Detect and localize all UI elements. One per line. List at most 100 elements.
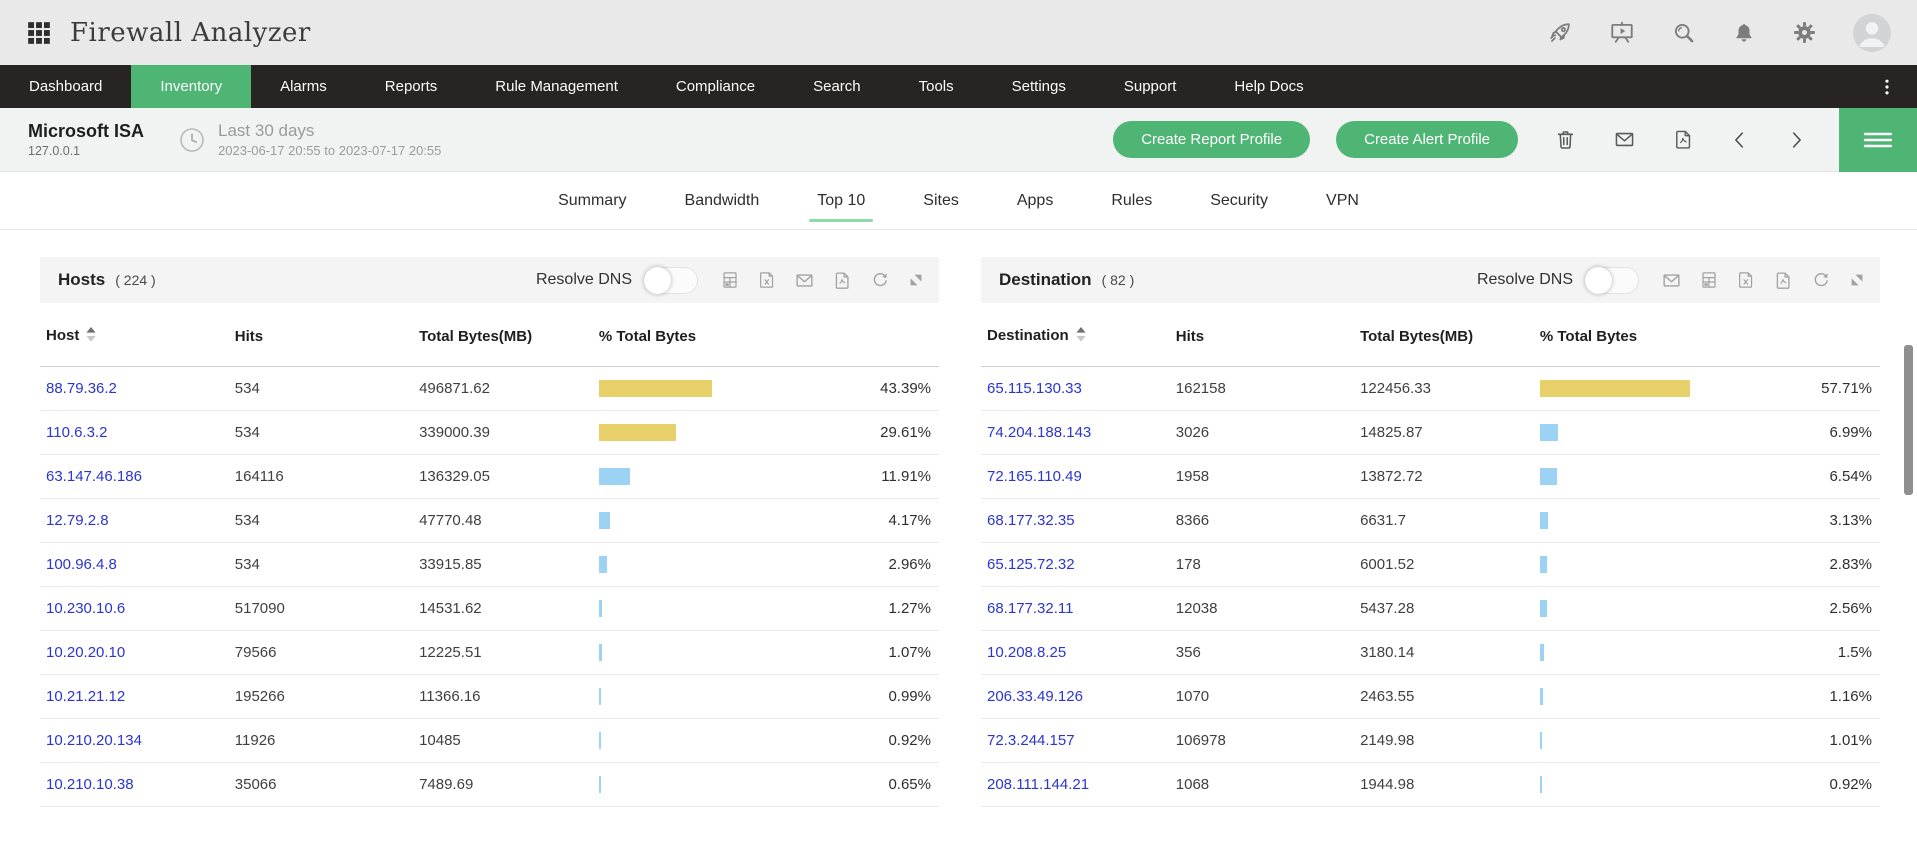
host-link[interactable]: 88.79.36.2 (46, 380, 117, 397)
table-row: 63.147.46.186 164116 136329.05 11.91% (40, 455, 939, 499)
search-icon[interactable] (1671, 20, 1696, 45)
refresh-icon[interactable] (870, 270, 890, 290)
excel-export-icon[interactable] (1736, 270, 1756, 290)
user-avatar[interactable] (1853, 14, 1891, 52)
nav-item-support[interactable]: Support (1095, 65, 1206, 108)
hits-value: 11926 (229, 719, 413, 763)
host-link[interactable]: 72.165.110.49 (987, 468, 1082, 485)
column-header-host[interactable]: Host (40, 303, 229, 367)
excel-export-icon[interactable] (757, 270, 777, 290)
next-device-button[interactable] (1785, 129, 1807, 151)
tab-security[interactable]: Security (1208, 172, 1270, 229)
bell-icon[interactable] (1732, 21, 1756, 45)
report-table-icon[interactable] (720, 270, 740, 290)
host-link[interactable]: 72.3.244.157 (987, 732, 1075, 749)
email-icon[interactable] (1661, 270, 1682, 291)
create-report-profile-button[interactable]: Create Report Profile (1113, 121, 1310, 158)
vertical-scrollbar[interactable] (1904, 345, 1913, 495)
percent-bar (1540, 600, 1547, 617)
tab-top-10[interactable]: Top 10 (815, 172, 867, 229)
resolve-dns-toggle[interactable] (644, 267, 698, 294)
host-link[interactable]: 74.204.188.143 (987, 424, 1091, 441)
resolve-dns-toggle[interactable] (1585, 267, 1639, 294)
delete-icon[interactable] (1554, 128, 1577, 151)
percent-bar (599, 380, 712, 397)
create-alert-profile-button[interactable]: Create Alert Profile (1336, 121, 1518, 158)
nav-item-rule-management[interactable]: Rule Management (466, 65, 647, 108)
app-title: Firewall Analyzer (70, 18, 311, 48)
host-link[interactable]: 100.96.4.8 (46, 556, 117, 573)
column-header-total-bytes[interactable]: Total Bytes(MB) (413, 303, 593, 367)
expand-icon[interactable] (907, 271, 925, 289)
host-link[interactable]: 10.21.21.12 (46, 688, 125, 705)
host-link[interactable]: 65.115.130.33 (987, 380, 1082, 397)
nav-item-tools[interactable]: Tools (890, 65, 983, 108)
percent-bar (599, 424, 676, 441)
nav-item-compliance[interactable]: Compliance (647, 65, 784, 108)
total-bytes-value: 6001.52 (1354, 543, 1534, 587)
nav-item-settings[interactable]: Settings (983, 65, 1095, 108)
pdf-export-icon[interactable] (1672, 128, 1695, 151)
column-header-pct-total-bytes[interactable]: % Total Bytes (593, 303, 939, 367)
report-table-icon[interactable] (1699, 270, 1719, 290)
pdf-export-icon[interactable] (1773, 270, 1794, 291)
apps-grid-icon[interactable] (26, 20, 52, 46)
total-bytes-value: 47770.48 (413, 499, 593, 543)
percent-value: 1.16% (1829, 688, 1874, 705)
nav-item-help-docs[interactable]: Help Docs (1205, 65, 1332, 108)
tab-bandwidth[interactable]: Bandwidth (683, 172, 762, 229)
total-bytes-value: 11366.16 (413, 675, 593, 719)
pdf-export-icon[interactable] (832, 270, 853, 291)
nav-item-reports[interactable]: Reports (356, 65, 467, 108)
host-link[interactable]: 65.125.72.32 (987, 556, 1075, 573)
host-link[interactable]: 10.230.10.6 (46, 600, 125, 617)
percent-value: 2.96% (888, 556, 933, 573)
gear-icon[interactable] (1792, 20, 1817, 45)
table-row: 74.204.188.143 3026 14825.87 6.99% (981, 411, 1880, 455)
email-icon[interactable] (1613, 128, 1636, 151)
tab-summary[interactable]: Summary (556, 172, 628, 229)
column-header-destination[interactable]: Destination (981, 303, 1170, 367)
host-link[interactable]: 10.210.20.134 (46, 732, 142, 749)
tab-rules[interactable]: Rules (1109, 172, 1154, 229)
nav-item-inventory[interactable]: Inventory (131, 65, 251, 108)
tab-apps[interactable]: Apps (1015, 172, 1055, 229)
host-link[interactable]: 12.79.2.8 (46, 512, 109, 529)
host-link[interactable]: 206.33.49.126 (987, 688, 1083, 705)
percent-value: 2.56% (1829, 600, 1874, 617)
time-period[interactable]: Last 30 days 2023-06-17 20:55 to 2023-07… (178, 121, 441, 158)
hits-value: 1958 (1170, 455, 1354, 499)
nav-item-dashboard[interactable]: Dashboard (0, 65, 131, 108)
percent-bar (599, 600, 602, 617)
host-link[interactable]: 68.177.32.35 (987, 512, 1075, 529)
previous-device-button[interactable] (1729, 129, 1751, 151)
main-nav: Dashboard Inventory Alarms Reports Rule … (0, 65, 1917, 108)
host-link[interactable]: 208.111.144.21 (987, 776, 1089, 793)
column-header-pct-total-bytes[interactable]: % Total Bytes (1534, 303, 1880, 367)
percent-value: 1.5% (1838, 644, 1874, 661)
column-header-hits[interactable]: Hits (1170, 303, 1354, 367)
host-link[interactable]: 68.177.32.11 (987, 600, 1073, 617)
percent-value: 6.99% (1829, 424, 1874, 441)
column-header-total-bytes[interactable]: Total Bytes(MB) (1354, 303, 1534, 367)
host-link[interactable]: 63.147.46.186 (46, 468, 142, 485)
host-link[interactable]: 10.208.8.25 (987, 644, 1066, 661)
device-menu-button[interactable] (1839, 108, 1917, 172)
presentation-icon[interactable] (1609, 20, 1635, 46)
host-link[interactable]: 10.20.20.10 (46, 644, 125, 661)
hits-value: 195266 (229, 675, 413, 719)
email-icon[interactable] (794, 270, 815, 291)
tab-sites[interactable]: Sites (921, 172, 961, 229)
expand-icon[interactable] (1848, 271, 1866, 289)
kebab-menu-icon[interactable] (1857, 65, 1917, 108)
host-link[interactable]: 10.210.10.38 (46, 776, 134, 793)
refresh-icon[interactable] (1811, 270, 1831, 290)
tab-vpn[interactable]: VPN (1324, 172, 1361, 229)
top-header: Firewall Analyzer (0, 0, 1917, 65)
rocket-icon[interactable] (1548, 20, 1573, 45)
column-header-hits[interactable]: Hits (229, 303, 413, 367)
nav-item-alarms[interactable]: Alarms (251, 65, 356, 108)
nav-item-search[interactable]: Search (784, 65, 890, 108)
percent-value: 6.54% (1829, 468, 1874, 485)
host-link[interactable]: 110.6.3.2 (46, 424, 107, 441)
